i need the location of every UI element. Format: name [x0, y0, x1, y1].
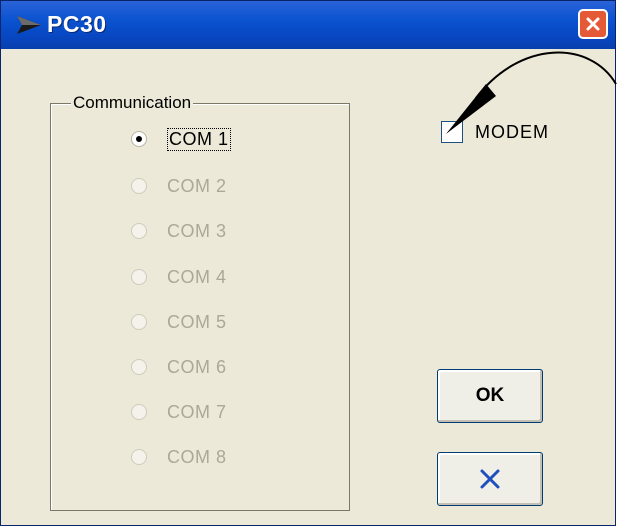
radio-com2: COM 2 — [131, 174, 227, 198]
title-bar[interactable]: PC30 — [1, 1, 615, 49]
ok-button-label: OK — [475, 385, 505, 406]
radio-com6: COM 6 — [131, 355, 227, 379]
radio-com4-label: COM 4 — [167, 266, 227, 287]
radio-button-indicator[interactable] — [131, 131, 147, 147]
radio-com8-label: COM 8 — [167, 446, 227, 467]
radio-com5: COM 5 — [131, 310, 227, 334]
close-icon — [586, 17, 600, 31]
dialog-window: PC30 Communication COM 1 COM 2 COM 3 COM… — [0, 0, 616, 526]
close-button[interactable] — [578, 9, 608, 39]
radio-com3: COM 3 — [131, 219, 227, 243]
radio-com4: COM 4 — [131, 265, 227, 289]
radio-com5-label: COM 5 — [167, 311, 227, 332]
radio-com7-label: COM 7 — [167, 401, 227, 422]
modem-checkbox[interactable] — [441, 121, 463, 143]
radio-selected-dot — [136, 136, 142, 142]
radio-button-indicator — [131, 269, 147, 285]
modem-option[interactable]: MODEM — [441, 121, 549, 143]
window-title: PC30 — [47, 11, 107, 37]
ok-button[interactable]: OK — [437, 369, 543, 423]
app-arrow-icon — [17, 16, 41, 34]
communication-group-label: Communication — [71, 93, 194, 113]
radio-com1-label: COM 1 — [167, 127, 231, 151]
radio-button-indicator — [131, 449, 147, 465]
radio-com7: COM 7 — [131, 400, 227, 424]
x-cancel-icon — [480, 469, 500, 489]
modem-label: MODEM — [475, 121, 549, 142]
radio-com6-label: COM 6 — [167, 356, 227, 377]
radio-com2-label: COM 2 — [167, 175, 227, 196]
radio-com8: COM 8 — [131, 445, 227, 469]
radio-button-indicator — [131, 314, 147, 330]
cancel-button[interactable] — [437, 452, 543, 506]
radio-button-indicator — [131, 223, 147, 239]
radio-button-indicator — [131, 404, 147, 420]
radio-com3-label: COM 3 — [167, 220, 227, 241]
radio-button-indicator — [131, 359, 147, 375]
radio-button-indicator — [131, 178, 147, 194]
radio-com1[interactable]: COM 1 — [131, 127, 231, 151]
